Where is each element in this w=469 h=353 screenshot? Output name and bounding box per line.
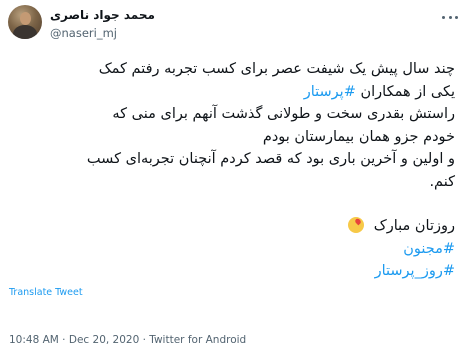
tweet-text: چند سال پیش یک شیفت عصر برای کسب تجربه ر… — [10, 58, 455, 283]
tweet-text-segment: کنم. — [429, 173, 455, 190]
hashtag-link[interactable]: #پرستار — [304, 84, 356, 100]
meta-separator: · — [58, 334, 69, 346]
tweet-line: چند سال پیش یک شیفت عصر برای کسب تجربه ر… — [10, 58, 455, 81]
tweet-text-segment: و اولین و آخرین باری بود که قصد کردم آنچ… — [86, 151, 455, 167]
tweet-meta: 10:48 AM · Dec 20, 2020 · Twitter for An… — [9, 334, 246, 346]
more-options-icon[interactable] — [442, 12, 458, 22]
tweet-line: و اولین و آخرین باری بود که قصد کردم آنچ… — [10, 148, 455, 171]
more-dot — [455, 15, 458, 19]
author-display-name[interactable]: محمد جواد ناصری — [50, 8, 155, 22]
greeting-text: روزتان مبارک — [373, 218, 455, 234]
avatar-body — [13, 25, 37, 39]
hashtag-link[interactable]: #مجنون — [403, 241, 455, 257]
tweet-text-segment: راستش بقدری سخت و طولانی گذشت آنهم برای … — [112, 106, 455, 122]
tweet-text-segment: یکی از همکاران — [355, 83, 455, 100]
translate-tweet-link[interactable]: Translate Tweet — [9, 287, 83, 298]
tweet-line: یکی از همکاران #پرستار — [10, 81, 455, 104]
kissing-heart-emoji-icon — [348, 217, 365, 233]
hashtag-line: #مجنون — [10, 238, 455, 261]
tweet-line: خودم جزو همان بیمارستان بودم — [10, 126, 455, 149]
more-dot — [448, 15, 452, 19]
avatar[interactable] — [8, 5, 42, 39]
tweet-card: محمد جواد ناصری @naseri_mj چند سال پیش ی… — [0, 0, 469, 353]
tweet-time[interactable]: 10:48 AM — [9, 334, 59, 346]
hashtag-link[interactable]: #روز_پرستار — [375, 263, 455, 279]
greeting-line: روزتان مبارک — [10, 215, 455, 238]
tweet-date[interactable]: Dec 20, 2020 — [69, 334, 139, 346]
tweet-text-segment: خودم جزو همان بیمارستان بودم — [262, 128, 455, 145]
author-handle[interactable]: @naseri_mj — [50, 26, 117, 40]
more-dot — [442, 15, 445, 19]
avatar-face — [20, 12, 31, 25]
tweet-line: راستش بقدری سخت و طولانی گذشت آنهم برای … — [10, 103, 455, 126]
tweet-source[interactable]: Twitter for Android — [149, 334, 246, 346]
tweet-line: کنم. — [10, 171, 455, 194]
tweet-text-segment: چند سال پیش یک شیفت عصر برای کسب تجربه ر… — [98, 61, 455, 77]
hashtag-line: #روز_پرستار — [10, 260, 455, 283]
meta-separator: · — [139, 334, 150, 346]
